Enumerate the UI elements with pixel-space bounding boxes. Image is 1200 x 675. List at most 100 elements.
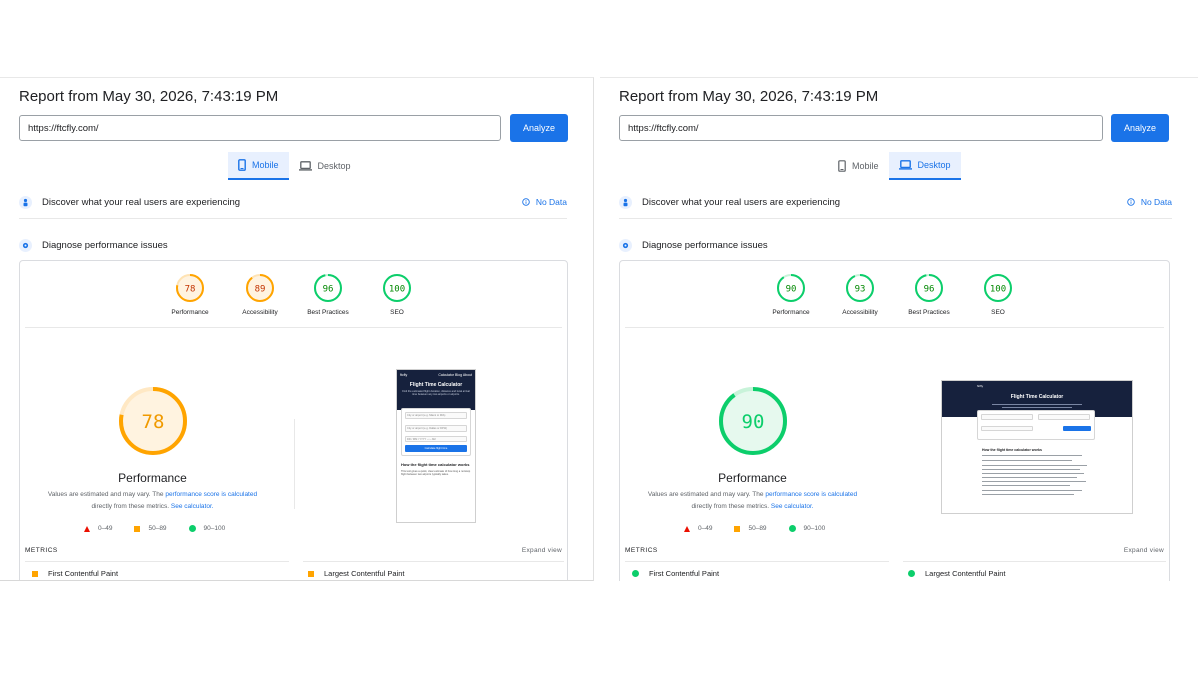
gauge-ring: 90 bbox=[777, 274, 805, 302]
gauge-performance[interactable]: 90 Performance bbox=[759, 273, 823, 316]
screenshot-to: City or airport (e.g. Dallas or DFW) bbox=[405, 425, 467, 432]
screenshot-body-lines bbox=[982, 455, 1092, 495]
expand-view-toggle[interactable]: Expand view bbox=[522, 547, 562, 554]
discover-text: Discover what your real users are experi… bbox=[642, 196, 841, 208]
gauge-ring: 100 bbox=[383, 274, 411, 302]
diagnose-text: Diagnose performance issues bbox=[642, 239, 768, 251]
circle-icon bbox=[188, 525, 196, 532]
gauge-label: Accessibility bbox=[242, 309, 278, 316]
report-panel-desktop: Report from May 30, 2026, 7:43:19 PM Ana… bbox=[600, 77, 1198, 581]
triangle-icon bbox=[684, 525, 690, 532]
tab-desktop[interactable]: Desktop bbox=[888, 152, 961, 180]
big-score-label: Performance bbox=[118, 471, 187, 485]
estimate-text-2: directly from these metrics. bbox=[91, 503, 170, 510]
card-divider bbox=[625, 327, 1164, 328]
estimate-text-2: directly from these metrics. bbox=[691, 503, 770, 510]
tab-desktop[interactable]: Desktop bbox=[289, 152, 361, 180]
report-panel-mobile: Report from May 30, 2026, 7:43:19 PM Ana… bbox=[0, 77, 594, 581]
info-icon bbox=[522, 198, 530, 206]
screenshot-form bbox=[977, 410, 1095, 440]
legend-text: 0–49 bbox=[98, 525, 113, 532]
gauge-accessibility[interactable]: 93 Accessibility bbox=[828, 273, 892, 316]
metric-label: First Contentful Paint bbox=[649, 569, 720, 578]
info-icon bbox=[1127, 198, 1135, 206]
tab-mobile[interactable]: Mobile bbox=[828, 152, 889, 180]
circle-icon bbox=[632, 570, 639, 577]
no-data-label: No Data bbox=[1140, 197, 1172, 207]
url-input[interactable] bbox=[619, 115, 1103, 141]
tab-mobile-label: Mobile bbox=[852, 161, 879, 171]
estimate-note: Values are estimated and may vary. The p… bbox=[30, 489, 275, 513]
phone-icon bbox=[238, 159, 246, 171]
gauge-label: Best Practices bbox=[307, 309, 349, 316]
gauge-ring: 100 bbox=[984, 274, 1012, 302]
vertical-divider bbox=[294, 419, 295, 509]
score-legend: 0–49 50–89 90–100 bbox=[684, 525, 825, 532]
field-data-row: Discover what your real users are experi… bbox=[619, 192, 1172, 212]
score-legend: 0–49 50–89 90–100 bbox=[84, 525, 225, 532]
no-data-link[interactable]: No Data bbox=[522, 197, 567, 207]
legend-text: 50–89 bbox=[748, 525, 767, 532]
metrics-header: METRICS Expand view bbox=[625, 547, 1164, 554]
metric-label: Largest Contentful Paint bbox=[925, 569, 1006, 578]
metric-lcp[interactable]: Largest Contentful Paint bbox=[908, 569, 1005, 578]
gauge-value: 89 bbox=[255, 285, 266, 295]
metric-fcp[interactable]: First Contentful Paint bbox=[632, 569, 719, 578]
metric-fcp[interactable]: First Contentful Paint bbox=[32, 569, 118, 578]
lab-data-row: Diagnose performance issues bbox=[619, 235, 1172, 255]
screenshot-nav: ftcfly Calculator Blog About bbox=[397, 373, 475, 377]
analyze-button[interactable]: Analyze bbox=[1111, 114, 1169, 142]
see-calculator-link[interactable]: See calculator. bbox=[771, 503, 814, 510]
gauge-best-practices[interactable]: 96 Best Practices bbox=[296, 273, 360, 316]
report-title: Report from May 30, 2026, 7:43:19 PM bbox=[19, 88, 279, 105]
metrics-divider bbox=[625, 561, 889, 562]
screenshot-brand: ftcfly bbox=[977, 384, 984, 388]
gauge-best-practices[interactable]: 96 Best Practices bbox=[897, 273, 961, 316]
tab-mobile[interactable]: Mobile bbox=[228, 152, 289, 180]
metric-lcp[interactable]: Largest Contentful Paint bbox=[308, 569, 404, 578]
screenshot-title: Flight Time Calculator bbox=[1010, 394, 1064, 400]
no-data-link[interactable]: No Data bbox=[1127, 197, 1172, 207]
gauge-value: 96 bbox=[924, 285, 935, 295]
users-icon bbox=[619, 195, 632, 209]
metrics-divider bbox=[303, 561, 564, 562]
score-calculated-link[interactable]: performance score is calculated bbox=[765, 491, 857, 498]
device-tabs: Mobile Desktop bbox=[828, 152, 961, 180]
metrics-divider bbox=[903, 561, 1166, 562]
gauge-value: 93 bbox=[855, 285, 866, 295]
screenshot-from: City or airport (e.g. Miami or MIA) bbox=[405, 412, 467, 419]
expand-view-toggle[interactable]: Expand view bbox=[1124, 547, 1164, 554]
gauge-seo[interactable]: 100 SEO bbox=[966, 273, 1030, 316]
screenshot-title: Flight Time Calculator bbox=[409, 382, 463, 388]
screenshot-brand: ftcfly bbox=[400, 373, 408, 377]
square-icon bbox=[32, 570, 38, 577]
gauge-accessibility[interactable]: 89 Accessibility bbox=[228, 273, 292, 316]
screenshot-date: DD / MM / YYYY --:-- AM bbox=[405, 436, 467, 442]
performance-big-gauge: 90 bbox=[718, 387, 787, 455]
gauge-label: Performance bbox=[772, 309, 810, 316]
metrics-header: METRICS Expand view bbox=[25, 547, 562, 554]
url-input[interactable] bbox=[19, 115, 501, 141]
analyze-button[interactable]: Analyze bbox=[510, 114, 568, 142]
gauge-ring: 78 bbox=[176, 274, 204, 302]
circle-icon bbox=[908, 570, 915, 577]
square-icon bbox=[134, 525, 141, 532]
legend-average: 50–89 bbox=[734, 525, 767, 532]
gauge-ring: 96 bbox=[915, 274, 943, 302]
estimate-text: Values are estimated and may vary. The bbox=[647, 491, 764, 498]
gauge-seo[interactable]: 100 SEO bbox=[365, 273, 429, 316]
screenshot-nav-links: Calculator Blog About bbox=[438, 373, 472, 377]
score-calculated-link[interactable]: performance score is calculated bbox=[165, 491, 257, 498]
gauge-performance[interactable]: 78 Performance bbox=[158, 273, 222, 316]
section-divider bbox=[619, 218, 1172, 219]
estimate-note: Values are estimated and may vary. The p… bbox=[630, 489, 875, 513]
lab-report-card: 78 Performance 89 Accessibility 96 Best bbox=[19, 260, 568, 580]
screenshot-section-title: How the flight time calculator works bbox=[982, 448, 1042, 452]
performance-big-gauge: 78 bbox=[118, 387, 187, 455]
big-score-value: 90 bbox=[741, 411, 764, 433]
see-calculator-link[interactable]: See calculator. bbox=[171, 503, 214, 510]
metrics-title: METRICS bbox=[25, 547, 58, 554]
metrics-title: METRICS bbox=[625, 547, 658, 554]
page-screenshot: ftcfly Flight Time Calculator How the fl… bbox=[941, 380, 1133, 514]
tab-desktop-label: Desktop bbox=[917, 160, 951, 170]
